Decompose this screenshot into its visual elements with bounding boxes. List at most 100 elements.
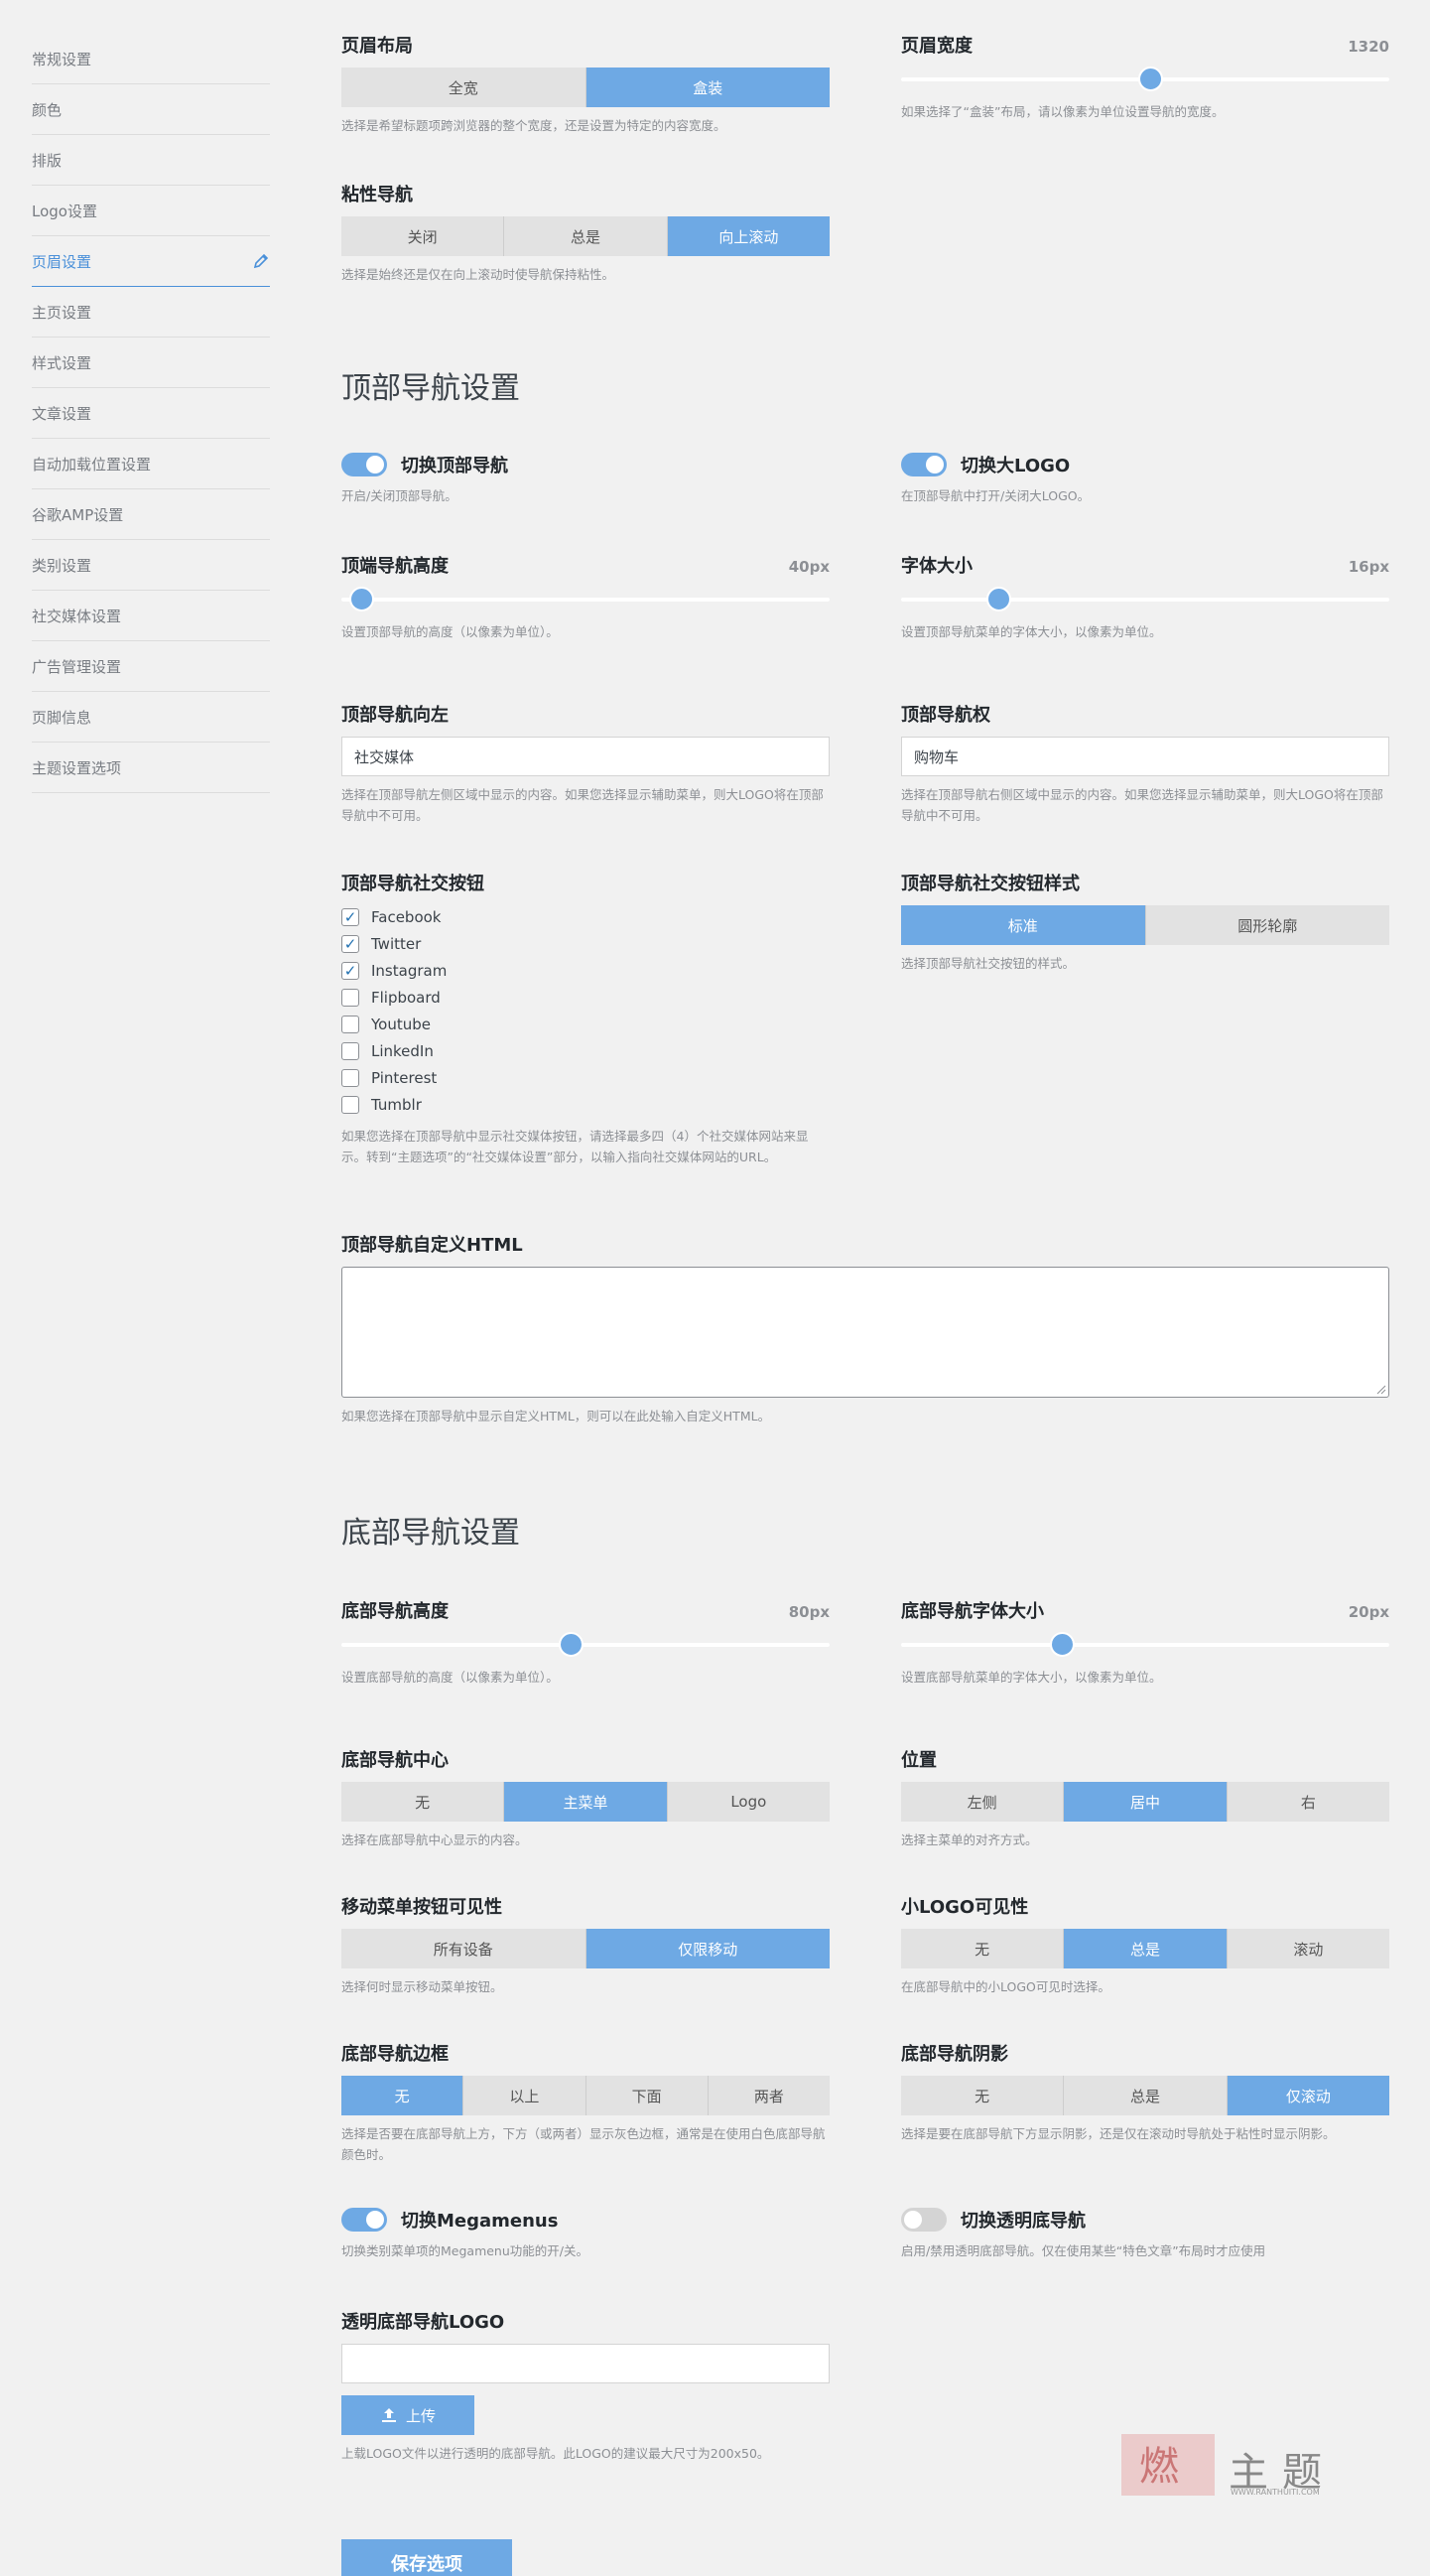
social-checkbox[interactable]: ✓ [341, 961, 359, 980]
social-checkbox[interactable]: ✓ [341, 934, 359, 953]
sidebar-item[interactable]: 页眉设置 [32, 236, 270, 287]
segment-option[interactable]: 总是 [1064, 2076, 1228, 2115]
pencil-icon [253, 253, 269, 269]
upload-button[interactable]: 上传 [341, 2395, 474, 2435]
bottom-nav-height-desc: 设置底部导航的高度（以像素为单位）。 [341, 1670, 559, 1685]
segment-option[interactable]: 左侧 [901, 1782, 1065, 1822]
bottom-nav-border-desc: 选择是否要在底部导航上方，下方（或两者）显示灰色边框，通常是在使用白色底部导航颜… [341, 2126, 826, 2162]
segment-option[interactable]: 无 [901, 1929, 1065, 1968]
sidebar-item[interactable]: 页脚信息 [32, 692, 270, 743]
sidebar-item[interactable]: 颜色 [32, 84, 270, 135]
bottom-nav-height-slider[interactable] [341, 1629, 830, 1659]
sidebar-item-label: 文章设置 [32, 404, 92, 423]
social-checkbox-row: ✓ Twitter [341, 930, 830, 957]
segment-option[interactable]: 滚动 [1227, 1929, 1389, 1968]
social-style-desc: 选择顶部导航社交按钮的样式。 [901, 956, 1076, 971]
top-nav-left-desc: 选择在顶部导航左侧区域中显示的内容。如果您选择显示辅助菜单，则大LOGO将在顶部… [341, 787, 824, 823]
social-checkbox-label: Pinterest [371, 1068, 438, 1087]
social-checkbox[interactable] [341, 1095, 359, 1114]
bottom-nav-position-field: 位置 左侧 居中右 选择主菜单的对齐方式。 [901, 1746, 1389, 1850]
segment-option[interactable]: 右 [1227, 1782, 1389, 1822]
segment-option[interactable]: 无 [901, 2076, 1065, 2115]
segment-option[interactable]: 标准 [901, 905, 1146, 945]
sidebar-item[interactable]: 广告管理设置 [32, 641, 270, 692]
segment-option[interactable]: 总是 [504, 216, 668, 256]
social-checkbox[interactable] [341, 1041, 359, 1060]
slider-handle[interactable] [348, 587, 374, 611]
top-nav-height-field: 顶端导航高度 40px 设置顶部导航的高度（以像素为单位）。 [341, 552, 830, 642]
segment-option[interactable]: 总是 [1064, 1929, 1228, 1968]
social-checkbox[interactable] [341, 1015, 359, 1033]
social-checkbox-row: Pinterest [341, 1064, 830, 1091]
transparent-nav-label: 切换透明底导航 [961, 2211, 1086, 2232]
segment-option[interactable]: 两者 [708, 2076, 830, 2115]
social-checkbox[interactable] [341, 988, 359, 1007]
transparent-nav-switch[interactable] [901, 2208, 947, 2232]
social-checkbox-row: Youtube [341, 1011, 830, 1037]
segment-option[interactable]: 全宽 [341, 68, 586, 107]
segment-option[interactable]: 仅滚动 [1227, 2076, 1389, 2115]
social-checkbox[interactable]: ✓ [341, 907, 359, 926]
segment-option[interactable]: 仅限移动 [585, 1929, 830, 1968]
segment-option[interactable]: 居中 [1064, 1782, 1228, 1822]
social-style-label: 顶部导航社交按钮样式 [901, 874, 1080, 894]
toggle-top-nav-switch[interactable] [341, 453, 387, 476]
sidebar-item[interactable]: 样式设置 [32, 338, 270, 388]
top-nav-left-select[interactable]: 社交媒体 [341, 737, 830, 776]
save-options-button[interactable]: 保存选项 [341, 2539, 512, 2576]
sticky-nav-segmented: 关闭 总是 向上滚动 [341, 216, 830, 256]
segment-option[interactable]: 关闭 [341, 216, 505, 256]
bottom-nav-border-field: 底部导航边框 无以上 下面 两者 选择是否要在底部导航上方，下方（或两者）显示灰色边… [341, 2040, 830, 2165]
segment-option[interactable]: 无 [341, 2076, 464, 2115]
sidebar-item-label: 主题设置选项 [32, 758, 122, 777]
segment-option[interactable]: 无 [341, 1782, 505, 1822]
top-nav-font-label: 字体大小 [901, 556, 973, 577]
small-logo-desc: 在底部导航中的小LOGO可见时选择。 [901, 1979, 1110, 1994]
sidebar-item[interactable]: 文章设置 [32, 388, 270, 439]
slider-track [901, 598, 1389, 602]
social-checkbox-list: ✓ Facebook ✓ Twitter ✓ Instagram Flipboard Yout… [341, 903, 830, 1118]
bottom-nav-center-desc: 选择在底部导航中心显示的内容。 [341, 1832, 528, 1847]
segment-option[interactable]: 盒装 [585, 68, 830, 107]
sidebar-item[interactable]: 主题设置选项 [32, 743, 270, 793]
social-style-segmented: 标准 圆形轮廓 [901, 905, 1389, 945]
bottom-nav-font-slider[interactable] [901, 1629, 1389, 1659]
top-nav-font-slider[interactable] [901, 584, 1389, 613]
segment-option[interactable]: 向上滚动 [667, 216, 830, 256]
social-checkbox[interactable] [341, 1068, 359, 1087]
segment-option[interactable]: 圆形轮廓 [1145, 905, 1389, 945]
segment-option[interactable]: 以上 [463, 2076, 586, 2115]
custom-html-textarea[interactable] [341, 1267, 1389, 1398]
segment-option[interactable]: 所有设备 [341, 1929, 586, 1968]
toggle-logo-switch[interactable] [901, 453, 947, 476]
segment-option[interactable]: Logo [667, 1782, 830, 1822]
header-layout-segmented: 全宽 盒装 [341, 68, 830, 107]
slider-handle[interactable] [986, 587, 1012, 611]
bottom-nav-height-value: 80px [788, 1603, 830, 1621]
transparent-logo-input[interactable] [341, 2344, 830, 2383]
header-width-slider[interactable] [901, 64, 1389, 93]
segment-option[interactable]: 主菜单 [504, 1782, 668, 1822]
sidebar-item[interactable]: Logo设置 [32, 186, 270, 236]
resize-grip-icon[interactable] [1376, 1385, 1386, 1395]
slider-handle[interactable] [559, 1632, 585, 1657]
sidebar-item[interactable]: 常规设置 [32, 34, 270, 84]
custom-html-field: 顶部导航自定义HTML 如果您选择在顶部导航中显示自定义HTML，则可以在此处输… [341, 1231, 1389, 1426]
sidebar-item[interactable]: 类别设置 [32, 540, 270, 591]
sidebar-item[interactable]: 主页设置 [32, 287, 270, 338]
sidebar-item[interactable]: 自动加载位置设置 [32, 439, 270, 489]
toggle-logo-desc: 在顶部导航中打开/关闭大LOGO。 [901, 488, 1091, 503]
sidebar-item[interactable]: 社交媒体设置 [32, 591, 270, 641]
slider-handle[interactable] [1050, 1632, 1076, 1657]
social-checkbox-label: Instagram [371, 961, 448, 980]
sidebar-item[interactable]: 谷歌AMP设置 [32, 489, 270, 540]
header-width-desc: 如果选择了“盒装”布局，请以像素为单位设置导航的宽度。 [901, 104, 1225, 119]
megamenus-switch[interactable] [341, 2208, 387, 2232]
upload-button-label: 上传 [405, 2406, 436, 2425]
slider-handle[interactable] [1137, 67, 1163, 91]
bottom-nav-center-segmented: 无主菜单 Logo [341, 1782, 830, 1822]
top-nav-height-slider[interactable] [341, 584, 830, 613]
top-nav-right-select[interactable]: 购物车 [901, 737, 1389, 776]
sidebar-item[interactable]: 排版 [32, 135, 270, 186]
segment-option[interactable]: 下面 [585, 2076, 709, 2115]
